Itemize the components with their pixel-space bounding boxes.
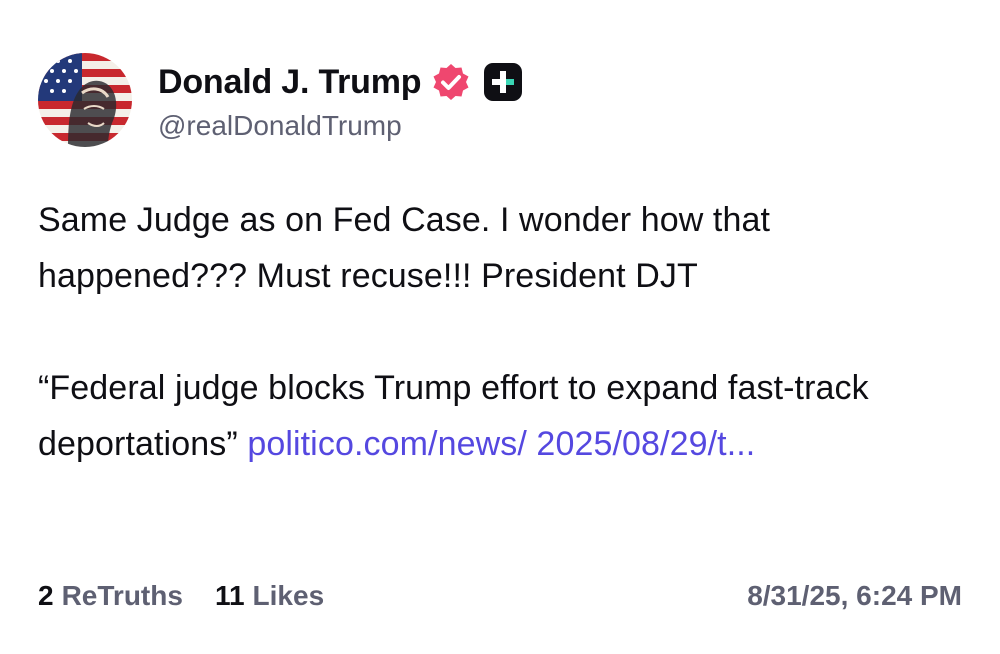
likes-label: Likes [252, 580, 325, 611]
display-name[interactable]: Donald J. Trump [158, 63, 422, 102]
post-text: Same Judge as on Fed Case. I wonder how … [38, 201, 771, 295]
post-body: Same Judge as on Fed Case. I wonder how … [38, 192, 968, 472]
author-identity: Donald J. Trump @realDonaldTrump [158, 58, 523, 142]
author-handle[interactable]: @realDonaldTrump [158, 110, 523, 142]
retruths-stat[interactable]: 2 ReTruths [38, 580, 183, 612]
retruths-count: 2 [38, 580, 54, 611]
name-row: Donald J. Trump [158, 58, 523, 106]
flag-portrait-avatar-icon [38, 53, 132, 147]
post-card: Donald J. Trump @realDonaldTrump Same Ju… [0, 0, 1000, 654]
verified-badge-icon [431, 62, 471, 102]
likes-stat[interactable]: 11 Likes [215, 580, 324, 612]
post-timestamp: 8/31/25, 6:24 PM [747, 580, 962, 611]
quoted-headline: “Federal judge blocks Trump effort to ex… [38, 360, 968, 472]
plus-badge-icon [483, 62, 523, 102]
post-footer: 2 ReTruths 11 Likes 8/31/25, 6:24 PM [38, 574, 962, 618]
avatar[interactable] [38, 53, 132, 147]
likes-count: 11 [214, 580, 245, 611]
article-link[interactable]: politico.com/news/ 2025/08/29/t... [247, 425, 755, 463]
post-header: Donald J. Trump @realDonaldTrump [38, 50, 523, 150]
retruths-label: ReTruths [61, 580, 183, 611]
